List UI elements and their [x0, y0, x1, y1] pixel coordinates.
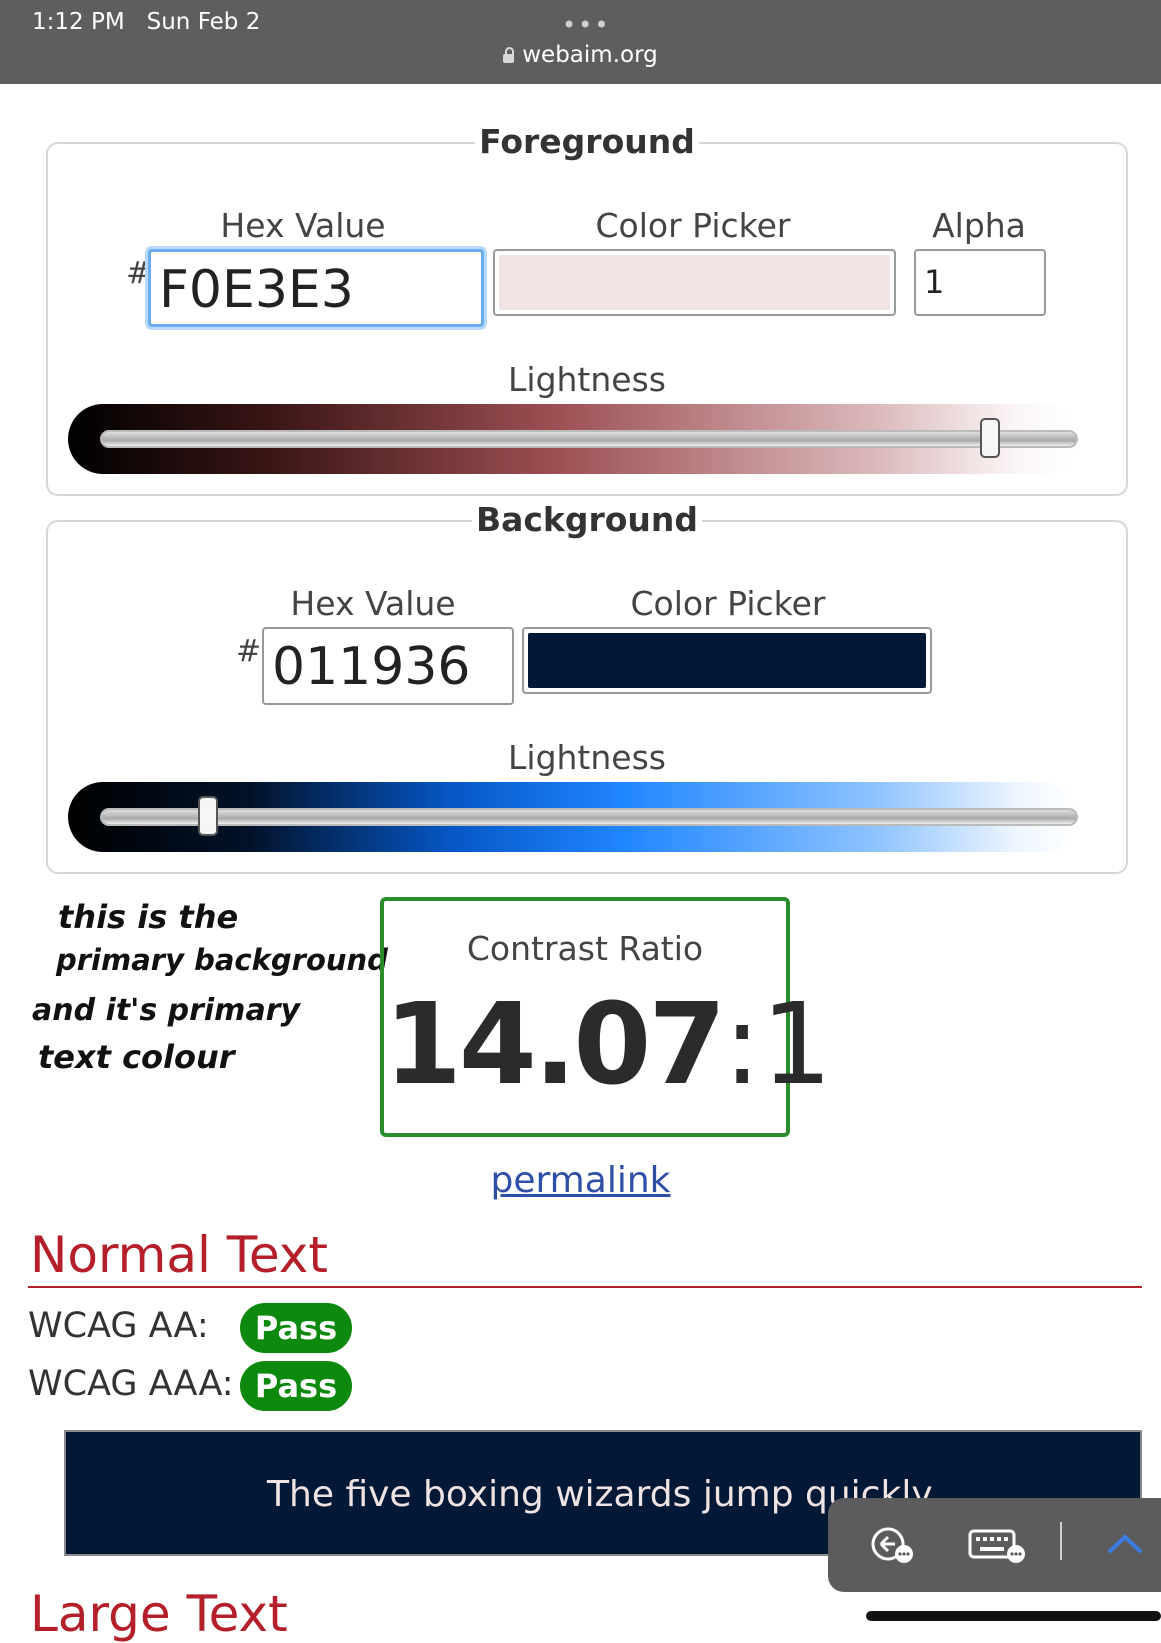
wcag-aa-pass-badge: Pass	[240, 1303, 352, 1353]
chevron-up-icon[interactable]	[1106, 1532, 1144, 1556]
status-date: Sun Feb 2	[146, 9, 261, 35]
bg-hash: #	[236, 634, 262, 669]
fg-hex-input[interactable]: F0E3E3	[148, 249, 484, 327]
background-legend: Background	[48, 500, 1126, 539]
normal-text-heading: Normal Text	[30, 1226, 328, 1284]
fg-lightness-label: Lightness	[508, 360, 666, 399]
bg-color-picker[interactable]	[522, 627, 932, 694]
bg-swatch	[528, 633, 926, 688]
permalink-link[interactable]: permalink	[0, 1160, 1161, 1201]
more-dots-icon[interactable]: •••	[562, 11, 610, 39]
keyboard-toolbar	[828, 1498, 1161, 1592]
annotation-line-4: text colour	[38, 1038, 237, 1076]
annotation-line-2: primary background	[55, 943, 388, 977]
large-text-heading: Large Text	[30, 1585, 288, 1643]
contrast-ratio-value: 14.07:1	[384, 980, 833, 1110]
home-indicator	[866, 1611, 1161, 1621]
fg-swatch	[499, 255, 890, 310]
foreground-legend: Foreground	[48, 122, 1126, 161]
bg-hex-input[interactable]: 011936	[262, 627, 514, 705]
fg-lightness-thumb[interactable]	[979, 418, 1000, 458]
fg-hex-label: Hex Value	[220, 206, 386, 245]
status-bar: 1:12 PM Sun Feb 2 ••• webaim.org	[0, 0, 1161, 84]
url-text: webaim.org	[522, 42, 658, 68]
bg-picker-label: Color Picker	[630, 584, 826, 623]
toolbar-divider	[1060, 1522, 1062, 1560]
fg-lightness-slider[interactable]	[68, 404, 1078, 474]
address-bar[interactable]: webaim.org	[0, 42, 1161, 68]
fg-color-picker[interactable]	[493, 249, 896, 316]
normal-text-rule	[28, 1286, 1142, 1288]
bg-lightness-label: Lightness	[508, 738, 666, 777]
wcag-aaa-pass-badge: Pass	[240, 1361, 352, 1411]
background-fieldset: Background Hex Value # 011936 Color Pick…	[46, 500, 1128, 874]
foreground-fieldset: Foreground Hex Value # F0E3E3 Color Pick…	[46, 122, 1128, 496]
wcag-aa-label: WCAG AA:	[28, 1306, 209, 1346]
fg-picker-label: Color Picker	[595, 206, 791, 245]
annotation-line-3: and it's primary	[32, 993, 301, 1028]
bg-lightness-track[interactable]	[100, 808, 1078, 826]
contrast-ratio-label: Contrast Ratio	[466, 929, 704, 968]
bg-lightness-thumb[interactable]	[197, 796, 218, 836]
fg-alpha-label: Alpha	[932, 206, 1026, 245]
keyboard-icon[interactable]	[968, 1528, 1028, 1564]
bg-hex-label: Hex Value	[290, 584, 456, 623]
bg-lightness-slider[interactable]	[68, 782, 1078, 852]
lock-icon	[503, 47, 515, 63]
fg-alpha-input[interactable]: 1	[914, 249, 1046, 316]
status-time: 1:12 PM Sun Feb 2	[32, 9, 261, 35]
handwritten-annotation: this is the primary background and it's …	[32, 898, 388, 1076]
annotation-line-1: this is the	[58, 898, 238, 936]
contrast-ratio-box: Contrast Ratio 14.07:1	[380, 897, 833, 1137]
fg-lightness-track[interactable]	[100, 430, 1078, 448]
undo-bubble-icon[interactable]	[868, 1526, 916, 1566]
wcag-aaa-label: WCAG AAA:	[28, 1364, 234, 1404]
